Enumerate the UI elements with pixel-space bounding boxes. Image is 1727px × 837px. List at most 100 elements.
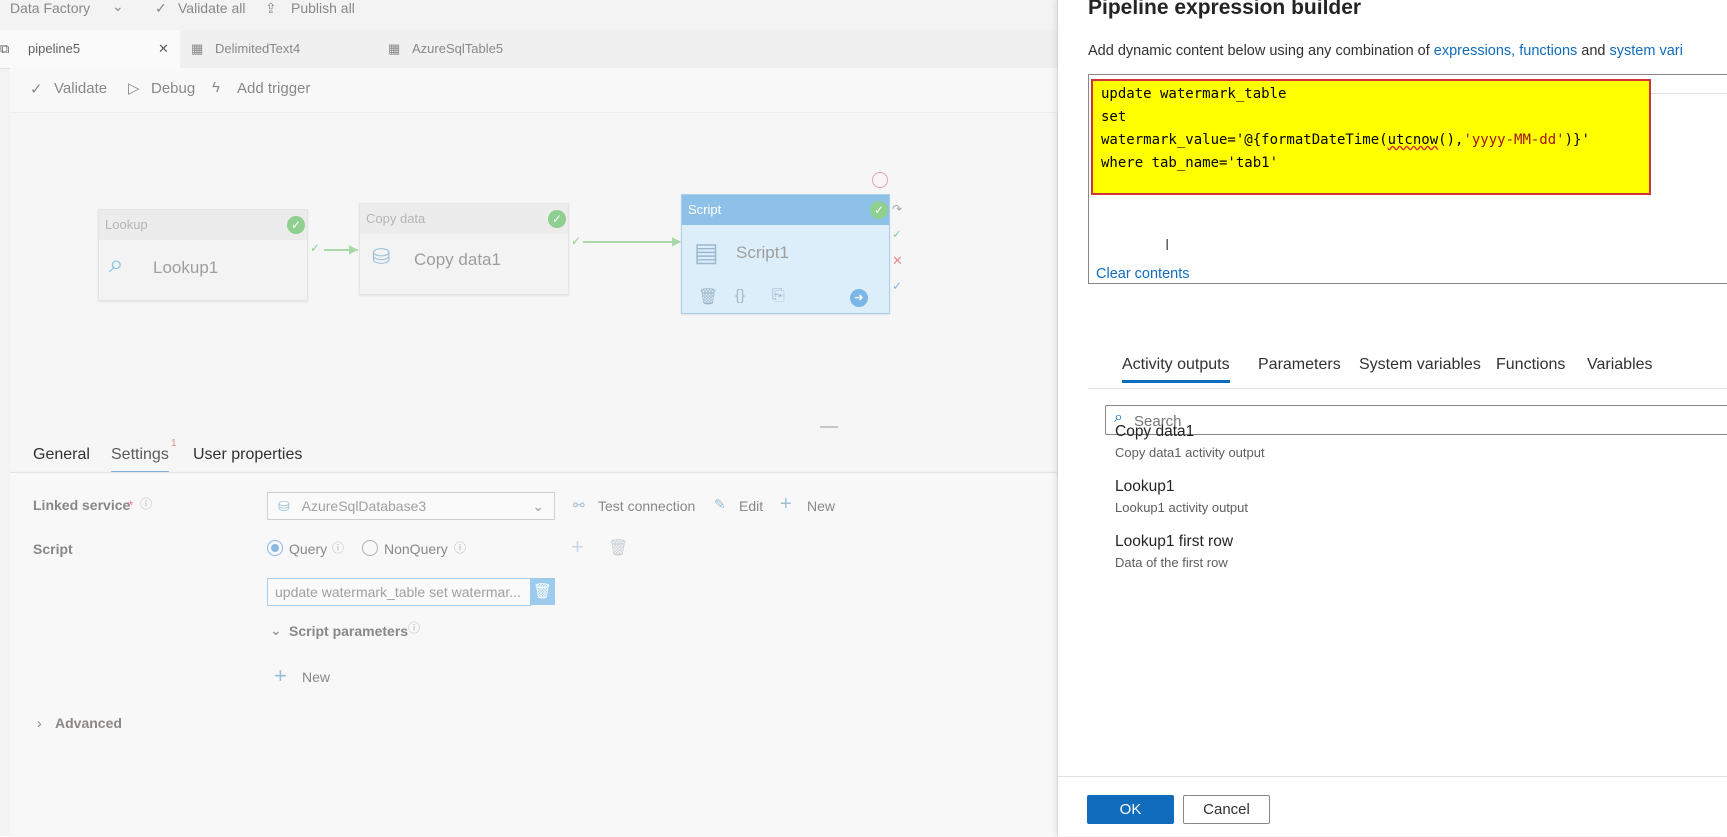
resize-handle[interactable] (820, 426, 838, 428)
validate-all-button[interactable]: Validate all (178, 0, 245, 16)
builder-tabs: Activity outputs Parameters System varia… (1088, 350, 1727, 389)
new-parameter-button[interactable]: New (302, 669, 330, 685)
publish-all-button[interactable]: Publish all (291, 0, 355, 16)
code-utcnow: utcnow (1387, 132, 1439, 148)
item-title: Lookup1 first row (1115, 533, 1234, 550)
cancel-button[interactable]: Cancel (1183, 795, 1270, 824)
search-icon: ⌕ (109, 248, 124, 278)
top-bar: Data Factory ⌄ ✓ Validate all ⇪ Publish … (0, 0, 1060, 30)
expression-code: update watermark_table set watermark_val… (1101, 83, 1590, 175)
tab-general[interactable]: General (33, 446, 90, 464)
tab-system-variables[interactable]: System variables (1359, 356, 1481, 374)
copy-icon[interactable]: ⎘ (772, 287, 785, 305)
expressions-functions-link[interactable]: expressions, functions (1434, 43, 1577, 59)
tab-pipeline5[interactable]: ⧉ pipeline5 ✕ (0, 30, 180, 68)
chevron-down-icon[interactable]: ⌄ (270, 622, 282, 639)
item-subtitle: Lookup1 activity output (1115, 500, 1248, 515)
activity-lookup[interactable]: Lookup ✓ ⌕ Lookup1 (98, 209, 308, 301)
highlighted-expression: update watermark_table set watermark_val… (1091, 79, 1651, 195)
failure-port-icon[interactable]: ✕ (892, 253, 903, 269)
error-badge: 1 (171, 438, 177, 449)
panel-title: Pipeline expression builder (1088, 0, 1362, 19)
test-connection-button[interactable]: Test connection (598, 498, 695, 514)
edit-button[interactable]: Edit (739, 498, 763, 514)
tab-activity-outputs[interactable]: Activity outputs (1122, 356, 1230, 383)
item-title: Lookup1 (1115, 478, 1175, 495)
tab-label: DelimitedText4 (215, 41, 301, 56)
arrow-right-icon: ▶ (349, 242, 359, 256)
query-radio[interactable] (267, 540, 283, 556)
expression-editor[interactable]: update watermark_table set watermark_val… (1088, 74, 1727, 284)
script-parameters-toggle[interactable]: Script parameters (289, 623, 408, 639)
tab-azuresqltable5[interactable]: ▦ AzureSqlTable5 (378, 30, 574, 68)
plus-icon: + (780, 493, 792, 515)
activity-name: Lookup1 (153, 258, 219, 277)
database-icon: ⛁ (372, 244, 391, 269)
code-line-3e: )}' (1564, 132, 1590, 148)
item-subtitle: Copy data1 activity output (1115, 445, 1265, 460)
ok-button[interactable]: OK (1087, 795, 1174, 824)
script-text-field[interactable]: update watermark_table set watermar... (267, 578, 531, 606)
code-line-4: where tab_name='tab1' (1101, 155, 1279, 171)
pipeline-toolbar: ✓ Validate ▷ Debug ϟ Add trigger (10, 68, 1060, 113)
activity-name: Script1 (736, 243, 789, 262)
arrow-right-icon: ▶ (672, 234, 682, 248)
pipeline-canvas[interactable]: Lookup ✓ ⌕ Lookup1 ✓ ▶ Copy data ✓ ⛁ Cop… (10, 113, 1060, 471)
tab-label: pipeline5 (28, 41, 81, 56)
panel-description: Add dynamic content below using any comb… (1088, 43, 1683, 59)
advanced-toggle[interactable]: Advanced (55, 715, 122, 731)
output-list-item[interactable]: Lookup1 first row Data of the first row (1115, 533, 1233, 570)
tab-user-properties[interactable]: User properties (193, 446, 302, 464)
tab-functions[interactable]: Functions (1496, 356, 1565, 374)
play-icon: ▷ (128, 80, 140, 97)
code-line-2: set (1101, 109, 1127, 125)
skip-port-icon[interactable]: ↷ (892, 202, 902, 216)
success-port-icon[interactable]: ✓ (571, 234, 581, 248)
activity-copy-data[interactable]: Copy data ✓ ⛁ Copy data1 (359, 203, 569, 295)
clear-contents-link[interactable]: Clear contents (1096, 266, 1190, 282)
expression-builder-panel: Pipeline expression builder Add dynamic … (1057, 0, 1727, 836)
validate-button[interactable]: Validate (54, 80, 107, 97)
linked-service-label: Linked service (33, 497, 131, 513)
nonquery-radio[interactable] (362, 540, 378, 556)
tab-variables[interactable]: Variables (1587, 356, 1653, 374)
tab-label: AzureSqlTable5 (412, 41, 504, 56)
success-port-icon[interactable]: ✓ (310, 241, 320, 255)
success-icon: ✓ (287, 216, 305, 234)
tab-delimitedtext4[interactable]: ▦ DelimitedText4 (181, 30, 377, 68)
plus-icon[interactable]: + (571, 534, 584, 560)
chevron-right-icon[interactable]: › (37, 715, 42, 731)
activity-script[interactable]: Script ✓ ▤ Script1 🗑 {} ⎘ ➜ (681, 194, 890, 314)
arrow-forward-icon[interactable]: ➜ (850, 289, 868, 307)
editor-divider (1649, 93, 1727, 94)
debug-button[interactable]: Debug (151, 80, 195, 97)
system-variables-link[interactable]: system vari (1610, 43, 1683, 59)
output-list-item[interactable]: Lookup1 Lookup1 activity output (1115, 478, 1248, 515)
query-label: Query (289, 541, 328, 557)
script-label: Script (33, 541, 73, 557)
output-list-item[interactable]: Copy data1 Copy data1 activity output (1115, 423, 1265, 460)
script-icon: ▤ (694, 237, 719, 267)
pipeline-workspace: Data Factory ⌄ ✓ Validate all ⇪ Publish … (0, 0, 1060, 837)
validate-all-icon: ✓ (155, 0, 167, 16)
item-title: Copy data1 (1115, 423, 1195, 440)
tab-settings[interactable]: Settings (111, 446, 169, 473)
check-icon: ✓ (30, 81, 43, 98)
add-trigger-button[interactable]: Add trigger (237, 80, 310, 97)
file-tabs: ⧉ pipeline5 ✕ ▦ DelimitedText4 ▦ AzureSq… (0, 30, 1060, 69)
success-port-icon[interactable]: ✓ (892, 227, 902, 241)
completion-port-icon[interactable]: ✓ (892, 279, 902, 293)
close-icon[interactable]: ✕ (158, 30, 169, 68)
delete-script-icon[interactable]: 🗑 (530, 578, 555, 605)
data-factory-label[interactable]: Data Factory (10, 0, 90, 16)
delete-icon[interactable]: 🗑 (608, 538, 628, 558)
chevron-down-icon: ⌄ (532, 498, 544, 514)
code-icon[interactable]: {} (735, 287, 745, 304)
activity-type: Script (682, 195, 889, 225)
chevron-down-icon[interactable]: ⌄ (112, 0, 124, 15)
info-icon: ⓘ (140, 497, 153, 511)
tab-parameters[interactable]: Parameters (1258, 356, 1341, 374)
linked-service-dropdown[interactable]: ⛁ AzureSqlDatabase3 ⌄ (267, 492, 555, 520)
new-button[interactable]: New (807, 498, 835, 514)
delete-icon[interactable]: 🗑 (698, 287, 718, 307)
